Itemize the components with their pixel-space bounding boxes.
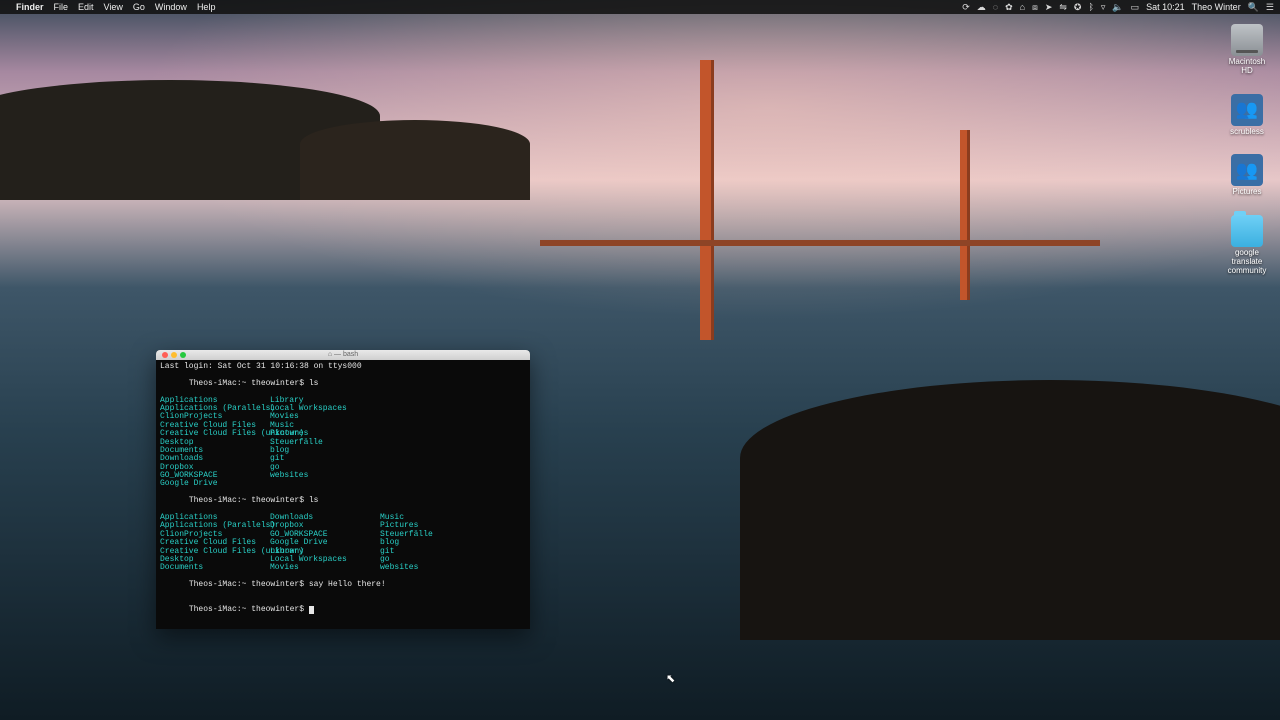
- wifi-icon[interactable]: ▿: [1101, 2, 1106, 13]
- displays-icon[interactable]: ▭: [1131, 2, 1140, 13]
- spotlight-icon[interactable]: 🔍: [1248, 2, 1259, 13]
- bluetooth-icon[interactable]: ᛒ: [1088, 2, 1093, 12]
- desktop-icon-shared[interactable]: 👥 Pictures: [1224, 154, 1270, 197]
- volume-icon[interactable]: 🔈: [1112, 2, 1123, 13]
- icon-label: scrubless: [1230, 128, 1264, 137]
- terminal-prompt: Theos-iMac:~ theowinter$: [160, 598, 526, 623]
- status-icon[interactable]: ⟳: [962, 2, 970, 13]
- icon-label: Macintosh HD: [1224, 58, 1270, 76]
- terminal-output: ApplicationsLibraryApplications (Paralle…: [160, 397, 526, 489]
- terminal-prompt: Theos-iMac:~ theowinter$ ls: [160, 489, 526, 514]
- menu-go[interactable]: Go: [133, 2, 145, 12]
- icon-label: google translate community: [1224, 249, 1270, 275]
- status-icon[interactable]: ◌: [993, 2, 998, 12]
- menu-help[interactable]: Help: [197, 2, 216, 12]
- terminal-title: ⌂ — bash: [156, 351, 530, 358]
- terminal-titlebar[interactable]: ⌂ — bash: [156, 350, 530, 360]
- desktop-icon-folder[interactable]: google translate community: [1224, 215, 1270, 275]
- menu-view[interactable]: View: [104, 2, 123, 12]
- cloud-icon[interactable]: ☁: [977, 2, 986, 13]
- terminal-window[interactable]: ⌂ — bash Last login: Sat Oct 31 10:16:38…: [156, 350, 530, 629]
- status-icon[interactable]: ✪: [1074, 2, 1082, 13]
- terminal-output: ApplicationsDownloadsMusicApplications (…: [160, 514, 526, 573]
- mouse-cursor-icon: ⬉: [666, 672, 675, 685]
- notification-center-icon[interactable]: ☰: [1266, 2, 1274, 13]
- status-icon[interactable]: ✿: [1005, 2, 1013, 13]
- desktop-icons: Macintosh HD 👥 scrubless 👥 Pictures goog…: [1224, 24, 1270, 276]
- folder-icon: [1231, 215, 1263, 247]
- shared-folder-icon: 👥: [1231, 94, 1263, 126]
- terminal-prompt: Theos-iMac:~ theowinter$ ls: [160, 371, 526, 396]
- disk-icon: [1231, 24, 1263, 56]
- status-icon[interactable]: ⌂: [1020, 2, 1025, 12]
- menu-window[interactable]: Window: [155, 2, 187, 12]
- link-icon[interactable]: ⇋: [1059, 2, 1067, 13]
- menubar-clock[interactable]: Sat 10:21: [1146, 2, 1185, 12]
- menu-file[interactable]: File: [54, 2, 69, 12]
- desktop-icon-macintosh-hd[interactable]: Macintosh HD: [1224, 24, 1270, 76]
- desktop-icon-shared[interactable]: 👥 scrubless: [1224, 94, 1270, 137]
- terminal-line: Last login: Sat Oct 31 10:16:38 on ttys0…: [160, 363, 526, 371]
- terminal-body[interactable]: Last login: Sat Oct 31 10:16:38 on ttys0…: [156, 360, 530, 629]
- menubar: Finder File Edit View Go Window Help ⟳ ☁…: [0, 0, 1280, 14]
- menubar-app[interactable]: Finder: [16, 2, 44, 12]
- status-icon[interactable]: ➤: [1045, 2, 1053, 13]
- dropbox-icon[interactable]: ⧈: [1032, 2, 1038, 13]
- icon-label: Pictures: [1233, 188, 1262, 197]
- terminal-prompt: Theos-iMac:~ theowinter$ say Hello there…: [160, 573, 526, 598]
- menu-edit[interactable]: Edit: [78, 2, 94, 12]
- cursor-icon: [309, 606, 314, 614]
- menubar-user[interactable]: Theo Winter: [1192, 2, 1241, 12]
- shared-folder-icon: 👥: [1231, 154, 1263, 186]
